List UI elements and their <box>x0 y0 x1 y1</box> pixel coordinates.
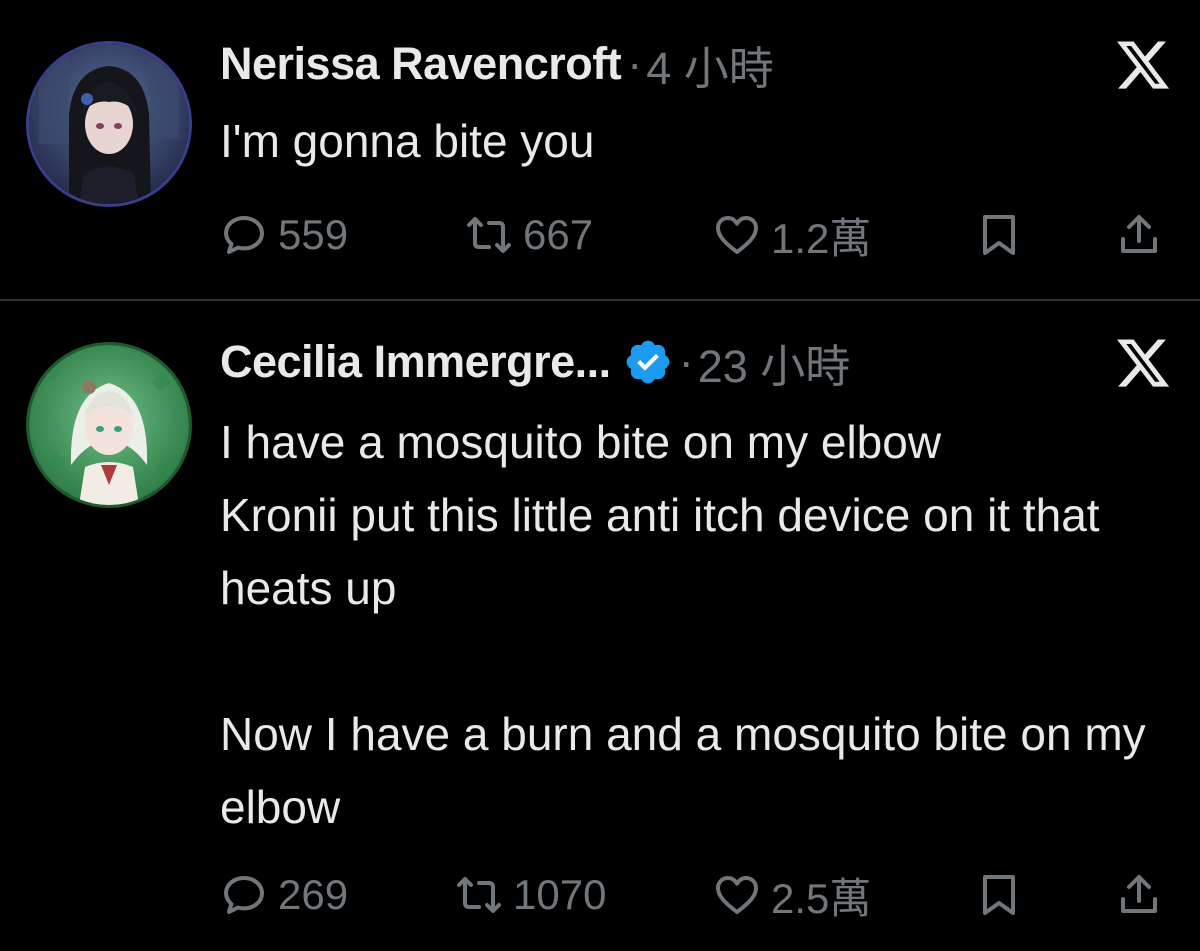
reply-icon <box>224 876 264 914</box>
share-button[interactable] <box>1115 865 1163 925</box>
share-icon <box>1121 875 1157 913</box>
separator-dot: · <box>678 336 694 387</box>
share-button[interactable] <box>1115 205 1163 265</box>
like-count: 1.2萬 <box>771 214 872 262</box>
verified-badge-icon[interactable] <box>623 337 673 387</box>
display-name[interactable]: Cecilia Immergre... <box>220 336 611 388</box>
display-name[interactable]: Nerissa Ravencroft <box>220 38 622 90</box>
reply-count: 559 <box>278 211 349 258</box>
retweet-button[interactable]: 1070 <box>455 865 606 925</box>
reply-button[interactable]: 559 <box>220 205 348 265</box>
avatar-image <box>29 44 189 204</box>
x-logo-icon <box>1117 339 1170 387</box>
avatar[interactable] <box>26 342 192 508</box>
retweet-icon <box>467 217 511 253</box>
bookmark-button[interactable] <box>975 205 1023 265</box>
retweet-button[interactable]: 667 <box>465 205 593 265</box>
heart-icon <box>716 876 758 914</box>
tweet-header: Cecilia Immergre... · 23 小時 <box>220 332 850 392</box>
tweet-text: I have a mosquito bite on my elbow Kroni… <box>220 416 1146 833</box>
tweet-card[interactable]: Cecilia Immergre... · 23 小時 I have a mos… <box>0 302 1200 951</box>
heart-icon <box>716 216 758 254</box>
tweet-actions: 559 667 1.2萬 <box>220 205 1170 265</box>
tweet-card[interactable]: Nerissa Ravencroft · 4 小時 I'm gonna bite… <box>0 0 1200 300</box>
tweet-text: I'm gonna bite you <box>220 115 595 167</box>
tweet-divider <box>0 299 1200 301</box>
tweet-actions: 269 1070 2.5萬 <box>220 865 1170 925</box>
reply-count: 269 <box>278 871 349 918</box>
avatar-image <box>29 345 189 505</box>
share-icon <box>1121 215 1157 253</box>
separator-dot: · <box>627 38 643 89</box>
x-logo-icon <box>1117 41 1170 89</box>
timestamp[interactable]: 4 小時 <box>646 32 774 97</box>
retweet-count: 667 <box>523 211 594 258</box>
tweet-header: Nerissa Ravencroft · 4 小時 <box>220 34 774 94</box>
like-count: 2.5萬 <box>771 874 872 922</box>
retweet-count: 1070 <box>513 871 607 918</box>
like-button[interactable]: 2.5萬 <box>713 865 871 925</box>
timestamp[interactable]: 23 小時 <box>698 330 851 395</box>
bookmark-button[interactable] <box>975 865 1023 925</box>
bookmark-icon <box>983 215 1015 255</box>
like-button[interactable]: 1.2萬 <box>713 205 871 265</box>
reply-icon <box>224 216 264 254</box>
avatar[interactable] <box>26 41 192 207</box>
bookmark-icon <box>983 875 1015 915</box>
reply-button[interactable]: 269 <box>220 865 348 925</box>
retweet-icon <box>457 877 501 913</box>
